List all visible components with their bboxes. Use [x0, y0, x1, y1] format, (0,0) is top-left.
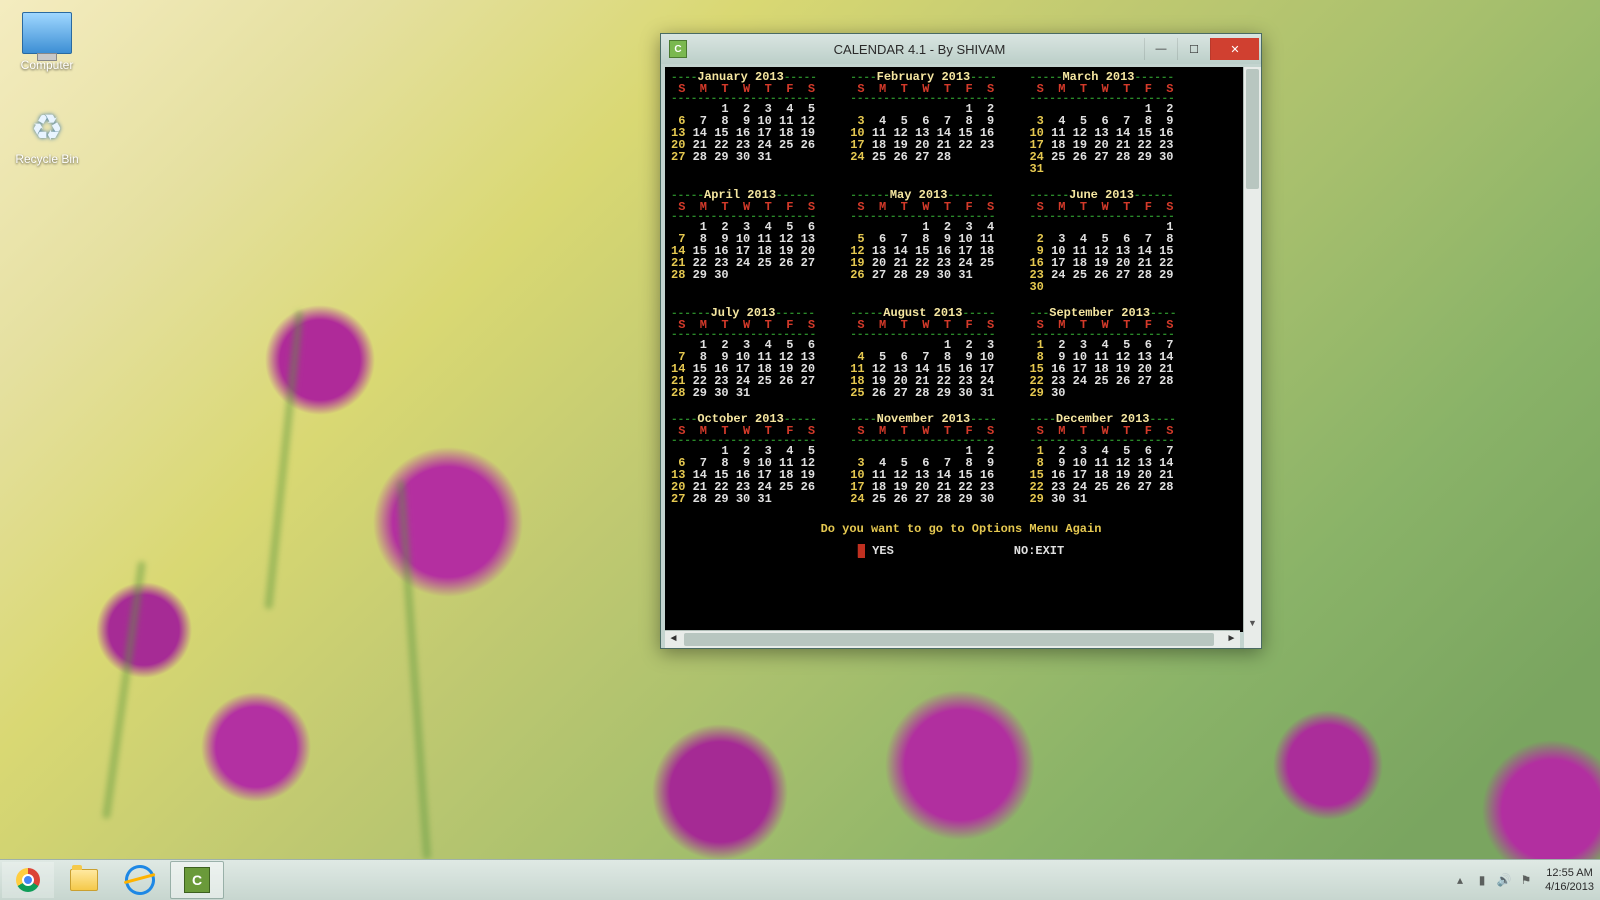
tray-volume-icon[interactable]: 🔊 — [1496, 872, 1512, 888]
titlebar[interactable]: C CALENDAR 4.1 - By SHIVAM — ☐ ✕ — [661, 34, 1261, 64]
close-button[interactable]: ✕ — [1210, 38, 1259, 60]
scroll-right-arrow[interactable]: ► — [1223, 631, 1240, 648]
month-block: ----February 2013---- S M T W T F S-----… — [850, 71, 1001, 175]
chrome-icon — [16, 868, 40, 892]
taskbar-clock[interactable]: 12:55 AM 4/16/2013 — [1545, 866, 1594, 894]
horizontal-scrollbar[interactable]: ◄ ► — [665, 630, 1240, 648]
option-no[interactable]: NO:EXIT — [1014, 545, 1064, 557]
taskbar-file-explorer[interactable] — [58, 862, 110, 898]
month-block: ----January 2013----- S M T W T F S-----… — [671, 71, 822, 175]
computer-icon — [22, 12, 72, 54]
month-block: -----April 2013------ S M T W T F S-----… — [671, 189, 822, 293]
month-block: ----November 2013---- S M T W T F S-----… — [850, 413, 1001, 505]
month-block: ------May 2013------- S M T W T F S-----… — [850, 189, 1001, 293]
app-icon: C — [669, 40, 687, 58]
vertical-scrollbar[interactable]: ▲ ▼ — [1243, 67, 1261, 632]
month-block: ----December 2013---- S M T W T F S-----… — [1029, 413, 1180, 505]
desktop-icon-label: Recycle Bin — [10, 152, 84, 166]
folder-icon — [70, 869, 98, 891]
prompt-text: Do you want to go to Options Menu Again — [671, 523, 1251, 535]
calendar-app-icon: C — [184, 867, 210, 893]
maximize-button[interactable]: ☐ — [1177, 38, 1210, 60]
tray-show-hidden-icon[interactable]: ▴ — [1452, 872, 1468, 888]
taskbar-calendar-app[interactable]: C — [170, 861, 224, 899]
tray-network-icon[interactable]: ▮ — [1474, 872, 1490, 888]
scrollbar-corner — [1244, 631, 1261, 648]
console-area: ----January 2013----- S M T W T F S-----… — [665, 67, 1257, 632]
month-block: ---September 2013---- S M T W T F S-----… — [1029, 307, 1180, 399]
scroll-down-arrow[interactable]: ▼ — [1244, 615, 1261, 632]
scrollbar-thumb[interactable] — [684, 633, 1214, 646]
clock-date: 4/16/2013 — [1545, 880, 1594, 894]
desktop-icon-recycle-bin[interactable]: ♻ Recycle Bin — [10, 108, 84, 166]
taskbar: C ▴ ▮ 🔊 ⚑ 12:55 AM 4/16/2013 — [0, 859, 1600, 900]
calendar-window: C CALENDAR 4.1 - By SHIVAM — ☐ ✕ ----Jan… — [660, 33, 1262, 649]
month-block: -----August 2013----- S M T W T F S-----… — [850, 307, 1001, 399]
console-output: ----January 2013----- S M T W T F S-----… — [665, 67, 1257, 561]
recycle-bin-icon: ♻ — [23, 108, 71, 148]
minimize-button[interactable]: — — [1144, 38, 1177, 60]
clock-time: 12:55 AM — [1545, 866, 1594, 880]
month-block: ----October 2013----- S M T W T F S-----… — [671, 413, 822, 505]
month-block: -----March 2013------ S M T W T F S-----… — [1029, 71, 1180, 175]
month-block: ------June 2013------ S M T W T F S-----… — [1029, 189, 1180, 293]
taskbar-chrome[interactable] — [2, 862, 54, 898]
option-yes[interactable]: █ YES — [858, 545, 894, 557]
scroll-left-arrow[interactable]: ◄ — [665, 631, 682, 648]
window-title: CALENDAR 4.1 - By SHIVAM — [695, 42, 1144, 57]
taskbar-internet-explorer[interactable] — [114, 862, 166, 898]
tray-flag-icon[interactable]: ⚑ — [1518, 872, 1534, 888]
month-block: ------July 2013------ S M T W T F S-----… — [671, 307, 822, 399]
system-tray: ▴ ▮ 🔊 ⚑ 12:55 AM 4/16/2013 — [1449, 860, 1600, 900]
ie-icon — [122, 862, 159, 899]
scrollbar-thumb[interactable] — [1246, 69, 1259, 189]
desktop-icon-computer[interactable]: Computer — [10, 12, 84, 72]
